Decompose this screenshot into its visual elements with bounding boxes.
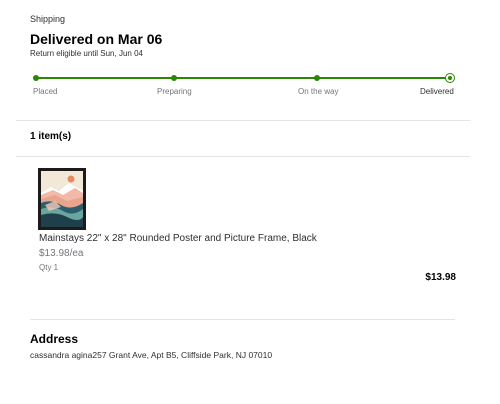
step-delivered-label: Delivered (420, 87, 454, 96)
step-delivered-dot (445, 73, 455, 83)
items-count-header: 1 item(s) (30, 131, 72, 142)
delivery-status: Delivered on Mar 06 (30, 31, 163, 47)
step-preparing-label: Preparing (157, 87, 192, 96)
product-name[interactable]: Mainstays 22" x 28" Rounded Poster and P… (39, 233, 317, 244)
step-preparing-dot (171, 75, 177, 81)
product-quantity: Qty 1 (39, 263, 59, 272)
delivery-progress-tracker: Placed Preparing On the way Delivered (30, 70, 458, 98)
step-on-the-way-dot (314, 75, 320, 81)
step-on-the-way-label: On the way (298, 87, 339, 96)
divider (16, 120, 470, 121)
step-placed-label: Placed (33, 87, 58, 96)
progress-line (35, 77, 450, 79)
shipping-address: cassandra agina257 Grant Ave, Apt B5, Cl… (30, 350, 273, 360)
divider (30, 319, 455, 320)
shipping-section: Shipping Delivered on Mar 06 Return elig… (30, 14, 470, 59)
return-eligibility-note: Return eligible until Sun, Jun 04 (30, 49, 143, 58)
shipping-label: Shipping (30, 14, 66, 24)
divider (16, 156, 470, 157)
address-title: Address (30, 332, 79, 346)
product-image[interactable] (38, 168, 86, 230)
product-total-price: $13.98 (425, 272, 456, 283)
order-details-page: Shipping Delivered on Mar 06 Return elig… (0, 0, 500, 404)
step-placed-dot (33, 75, 39, 81)
product-unit-price: $13.98/ea (39, 248, 84, 259)
framed-poster-image (41, 171, 83, 227)
